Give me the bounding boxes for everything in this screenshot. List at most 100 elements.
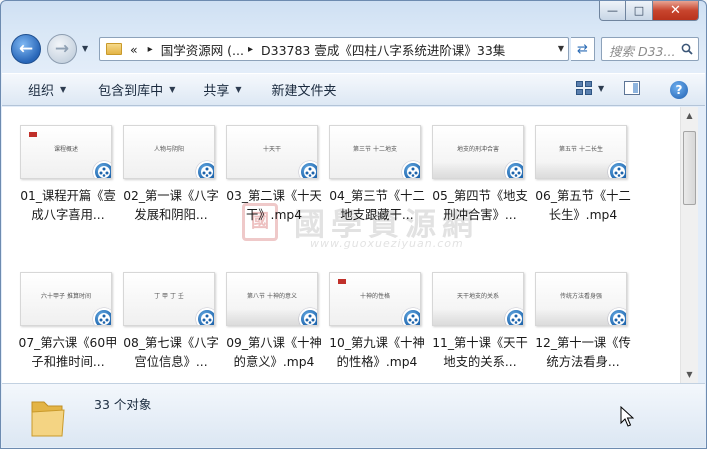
video-player-icon — [299, 161, 317, 178]
breadcrumb-separator[interactable]: ▸ — [148, 44, 153, 55]
video-thumbnail: 六十甲子 推算时间 — [20, 272, 112, 326]
caption-buttons: — □ ✕ — [599, 1, 699, 21]
organize-menu[interactable]: 组织 ▼ — [28, 80, 66, 99]
address-dropdown-icon[interactable]: ▼ — [558, 44, 564, 53]
video-player-icon — [299, 308, 317, 325]
preview-pane-button[interactable] — [624, 81, 640, 95]
video-player-icon — [196, 308, 214, 325]
details-pane: 33 个对象 — [2, 383, 705, 447]
file-name: 03_第二课《十天干》.mp4 — [226, 189, 322, 222]
thumbnail-text: 十天干 — [262, 146, 281, 153]
preview-pane-icon — [624, 81, 640, 95]
thumbnail-text: 课程概述 — [53, 146, 78, 153]
file-name: 08_第七课《八字宫位信息》... — [123, 336, 219, 369]
navigation-bar: ← → ▼ « ▸ 国学资源网 (... ▸ D33783 壹成《四柱八字系统进… — [9, 34, 699, 66]
scroll-down-icon[interactable]: ▼ — [681, 366, 698, 383]
chevron-down-icon: ▼ — [60, 85, 67, 94]
mouse-cursor-icon — [620, 406, 634, 427]
file-name: 04_第三节《十二地支跟藏干... — [329, 189, 425, 222]
video-thumbnail: 十天干 — [226, 125, 318, 179]
share-label: 共享 — [203, 84, 230, 99]
video-thumbnail: 课程概述 — [20, 125, 112, 179]
file-item[interactable]: 人物与阴阳 02_第一课《八字发展和阴阳... — [121, 125, 221, 225]
organize-label: 组织 — [28, 84, 55, 99]
video-player-icon — [608, 308, 626, 325]
recent-pages-dropdown[interactable]: ▼ — [82, 44, 88, 53]
file-name: 06_第五节《十二长生》.mp4 — [535, 189, 631, 222]
help-button[interactable]: ? — [670, 81, 688, 99]
thumbnail-text: 丁 甲 丁 壬 — [154, 293, 184, 300]
video-thumbnail: 十神的性格 — [329, 272, 421, 326]
file-name: 12_第十一课《传统方法看身... — [535, 336, 631, 369]
video-thumbnail: 人物与阴阳 — [123, 125, 215, 179]
file-item[interactable]: 丁 甲 丁 壬 08_第七课《八字宫位信息》... — [121, 272, 221, 372]
forward-button[interactable]: → — [47, 34, 77, 64]
command-bar: 组织 ▼ 包含到库中 ▼ 共享 ▼ 新建文件夹 ▼ ? — [2, 73, 705, 106]
explorer-window: — □ ✕ ← → ▼ « ▸ 国学资源网 (... ▸ D33783 壹成《四… — [0, 0, 707, 449]
file-item[interactable]: 六十甲子 推算时间 07_第六课《60甲子和推时间... — [18, 272, 118, 372]
share-menu[interactable]: 共享 ▼ — [203, 80, 241, 99]
video-thumbnail: 地支的刑冲合害 — [432, 125, 524, 179]
scroll-up-icon[interactable]: ▲ — [681, 107, 698, 124]
thumbnail-text: 第三节 十二地支 — [353, 146, 397, 153]
video-thumbnail: 传统方法看身强 — [535, 272, 627, 326]
breadcrumb-separator[interactable]: ▸ — [248, 44, 253, 55]
minimize-button[interactable]: — — [599, 1, 626, 21]
thumbnail-text: 天干地支的关系 — [456, 293, 499, 300]
thumbnail-text: 第八节 十神的意义 — [247, 293, 297, 300]
address-bar[interactable]: « ▸ 国学资源网 (... ▸ D33783 壹成《四柱八字系统进阶课》33集… — [99, 37, 569, 61]
video-player-icon — [93, 161, 111, 178]
file-list[interactable]: 國 國學資源網 www.guoxueziyuan.com 课程概述 01_课程开篇… — [2, 107, 680, 383]
change-view-button[interactable]: ▼ — [576, 81, 604, 95]
chevron-down-icon: ▼ — [598, 83, 605, 93]
file-item[interactable]: 第八节 十神的意义 09_第八课《十神的意义》.mp4 — [224, 272, 324, 372]
video-player-icon — [93, 308, 111, 325]
include-in-library-menu[interactable]: 包含到库中 ▼ — [98, 80, 175, 99]
folder-icon — [31, 401, 65, 437]
video-player-icon — [505, 308, 523, 325]
video-player-icon — [402, 308, 420, 325]
arrow-right-icon: → — [54, 39, 70, 59]
file-item[interactable]: 传统方法看身强 12_第十一课《传统方法看身... — [533, 272, 633, 372]
thumbnail-text: 地支的刑冲合害 — [456, 146, 499, 153]
video-thumbnail: 第三节 十二地支 — [329, 125, 421, 179]
vertical-scrollbar[interactable]: ▲ ▼ — [680, 107, 698, 383]
file-item[interactable]: 天干地支的关系 11_第十课《天干地支的关系... — [430, 272, 530, 372]
video-thumbnail: 第五节 十二长生 — [535, 125, 627, 179]
refresh-button[interactable]: ⇄ — [571, 37, 595, 61]
video-player-icon — [196, 161, 214, 178]
search-placeholder: 搜索 D33... — [609, 44, 676, 59]
file-item[interactable]: 十天干 03_第二课《十天干》.mp4 — [224, 125, 324, 225]
file-name: 10_第九课《十神的性格》.mp4 — [329, 336, 425, 369]
file-name: 11_第十课《天干地支的关系... — [432, 336, 528, 369]
back-button[interactable]: ← — [11, 34, 41, 64]
file-name: 05_第四节《地支刑冲合害》... — [432, 189, 528, 222]
video-thumbnail: 天干地支的关系 — [432, 272, 524, 326]
view-icon — [576, 81, 592, 95]
close-button[interactable]: ✕ — [653, 1, 699, 21]
thumbnail-accent — [29, 132, 37, 137]
search-icon — [681, 43, 693, 55]
breadcrumb-item[interactable]: 国学资源网 (... — [161, 40, 244, 59]
scrollbar-thumb[interactable] — [683, 131, 696, 205]
refresh-icon: ⇄ — [577, 41, 588, 57]
file-item[interactable]: 十神的性格 10_第九课《十神的性格》.mp4 — [327, 272, 427, 372]
search-input[interactable]: 搜索 D33... — [601, 37, 699, 61]
file-item[interactable]: 地支的刑冲合害 05_第四节《地支刑冲合害》... — [430, 125, 530, 225]
help-icon: ? — [670, 81, 688, 99]
file-item[interactable]: 第三节 十二地支 04_第三节《十二地支跟藏干... — [327, 125, 427, 225]
breadcrumb-overflow[interactable]: « — [130, 42, 138, 57]
new-folder-button[interactable]: 新建文件夹 — [272, 80, 337, 99]
watermark-url: www.guoxueziyuan.com — [310, 237, 464, 250]
file-item[interactable]: 课程概述 01_课程开篇《壹成八字喜用... — [18, 125, 118, 225]
video-player-icon — [505, 161, 523, 178]
file-name: 07_第六课《60甲子和推时间... — [18, 336, 118, 369]
thumbnail-accent — [338, 279, 346, 284]
maximize-button[interactable]: □ — [626, 1, 653, 21]
thumbnail-text: 人物与阴阳 — [153, 146, 184, 153]
thumbnail-text: 第五节 十二长生 — [559, 146, 603, 153]
thumbnail-text: 传统方法看身强 — [559, 293, 602, 300]
file-item[interactable]: 第五节 十二长生 06_第五节《十二长生》.mp4 — [533, 125, 633, 225]
breadcrumb-item[interactable]: D33783 壹成《四柱八字系统进阶课》33集 — [261, 40, 505, 59]
video-player-icon — [402, 161, 420, 178]
